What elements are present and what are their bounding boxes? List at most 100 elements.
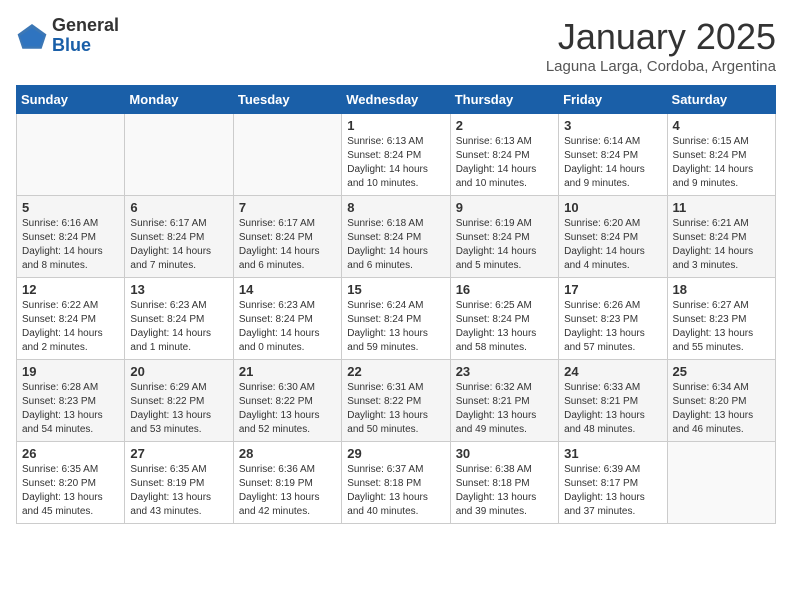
logo-general-text: General (52, 16, 119, 36)
day-number: 14 (239, 282, 336, 297)
week-row-3: 12 Sunrise: 6:22 AM Sunset: 8:24 PM Dayli… (17, 278, 776, 360)
weekday-header-tuesday: Tuesday (233, 86, 341, 114)
day-number: 12 (22, 282, 119, 297)
weekday-header-wednesday: Wednesday (342, 86, 450, 114)
week-row-2: 5Sunrise: 6:16 AM Sunset: 8:24 PM Daylig… (17, 196, 776, 278)
calendar-cell (125, 114, 233, 196)
calendar-cell: 31 Sunrise: 6:39 AM Sunset: 8:17 PM Dayli… (559, 442, 667, 524)
calendar-title: January 2025 (546, 16, 776, 58)
logo-icon (16, 20, 48, 52)
day-number: 2 (456, 118, 553, 133)
calendar-cell (667, 442, 775, 524)
calendar-cell: 19 Sunrise: 6:28 AM Sunset: 8:23 PM Dayli… (17, 360, 125, 442)
calendar-cell: 17 Sunrise: 6:26 AM Sunset: 8:23 PM Dayli… (559, 278, 667, 360)
day-info: Sunrise: 6:27 AM Sunset: 8:23 PM Dayligh… (673, 299, 770, 355)
day-info: Sunrise: 6:25 AM Sunset: 8:24 PM Dayligh… (456, 299, 553, 355)
calendar-cell: 20Sunrise: 6:29 AM Sunset: 8:22 PM Dayli… (125, 360, 233, 442)
day-number: 25 (673, 364, 770, 379)
calendar-cell: 7Sunrise: 6:17 AM Sunset: 8:24 PM Daylig… (233, 196, 341, 278)
day-number: 17 (564, 282, 661, 297)
day-number: 9 (456, 200, 553, 215)
weekday-header-saturday: Saturday (667, 86, 775, 114)
day-number: 16 (456, 282, 553, 297)
calendar-cell: 2 Sunrise: 6:13 AM Sunset: 8:24 PM Daylig… (450, 114, 558, 196)
day-number: 18 (673, 282, 770, 297)
calendar-cell: 28 Sunrise: 6:36 AM Sunset: 8:19 PM Dayli… (233, 442, 341, 524)
day-info: Sunrise: 6:37 AM Sunset: 8:18 PM Dayligh… (347, 463, 444, 519)
calendar-cell: 14 Sunrise: 6:23 AM Sunset: 8:24 PM Dayli… (233, 278, 341, 360)
header: General Blue January 2025 Laguna Larga, … (16, 16, 776, 75)
day-number: 11 (673, 200, 770, 215)
day-number: 21 (239, 364, 336, 379)
day-info: Sunrise: 6:18 AM Sunset: 8:24 PM Dayligh… (347, 217, 444, 273)
day-info: Sunrise: 6:35 AM Sunset: 8:19 PM Dayligh… (130, 463, 227, 519)
day-info: Sunrise: 6:38 AM Sunset: 8:18 PM Dayligh… (456, 463, 553, 519)
day-number: 15 (347, 282, 444, 297)
day-info: Sunrise: 6:35 AM Sunset: 8:20 PM Dayligh… (22, 463, 119, 519)
week-row-5: 26 Sunrise: 6:35 AM Sunset: 8:20 PM Dayli… (17, 442, 776, 524)
day-number: 22 (347, 364, 444, 379)
calendar-cell: 22Sunrise: 6:31 AM Sunset: 8:22 PM Dayli… (342, 360, 450, 442)
calendar-cell: 25 Sunrise: 6:34 AM Sunset: 8:20 PM Dayli… (667, 360, 775, 442)
calendar-cell (233, 114, 341, 196)
calendar-cell: 30 Sunrise: 6:38 AM Sunset: 8:18 PM Dayli… (450, 442, 558, 524)
calendar-cell: 16 Sunrise: 6:25 AM Sunset: 8:24 PM Dayli… (450, 278, 558, 360)
calendar-cell (17, 114, 125, 196)
calendar-cell: 9 Sunrise: 6:19 AM Sunset: 8:24 PM Daylig… (450, 196, 558, 278)
day-info: Sunrise: 6:16 AM Sunset: 8:24 PM Dayligh… (22, 217, 119, 273)
day-info: Sunrise: 6:17 AM Sunset: 8:24 PM Dayligh… (239, 217, 336, 273)
calendar-cell: 26 Sunrise: 6:35 AM Sunset: 8:20 PM Dayli… (17, 442, 125, 524)
day-info: Sunrise: 6:13 AM Sunset: 8:24 PM Dayligh… (347, 135, 444, 191)
day-info: Sunrise: 6:26 AM Sunset: 8:23 PM Dayligh… (564, 299, 661, 355)
calendar-cell: 27 Sunrise: 6:35 AM Sunset: 8:19 PM Dayli… (125, 442, 233, 524)
day-info: Sunrise: 6:28 AM Sunset: 8:23 PM Dayligh… (22, 381, 119, 437)
day-number: 24 (564, 364, 661, 379)
logo-text: General Blue (52, 16, 119, 56)
day-number: 4 (673, 118, 770, 133)
calendar-cell: 5Sunrise: 6:16 AM Sunset: 8:24 PM Daylig… (17, 196, 125, 278)
day-number: 3 (564, 118, 661, 133)
day-number: 1 (347, 118, 444, 133)
day-number: 31 (564, 446, 661, 461)
day-info: Sunrise: 6:19 AM Sunset: 8:24 PM Dayligh… (456, 217, 553, 273)
calendar-cell: 10 Sunrise: 6:20 AM Sunset: 8:24 PM Dayli… (559, 196, 667, 278)
weekday-header-friday: Friday (559, 86, 667, 114)
day-number: 27 (130, 446, 227, 461)
calendar-table: SundayMondayTuesdayWednesdayThursdayFrid… (16, 85, 776, 524)
day-number: 26 (22, 446, 119, 461)
day-info: Sunrise: 6:36 AM Sunset: 8:19 PM Dayligh… (239, 463, 336, 519)
day-number: 28 (239, 446, 336, 461)
calendar-cell: 24Sunrise: 6:33 AM Sunset: 8:21 PM Dayli… (559, 360, 667, 442)
day-number: 30 (456, 446, 553, 461)
day-number: 10 (564, 200, 661, 215)
day-info: Sunrise: 6:22 AM Sunset: 8:24 PM Dayligh… (22, 299, 119, 355)
calendar-cell: 29Sunrise: 6:37 AM Sunset: 8:18 PM Dayli… (342, 442, 450, 524)
calendar-cell: 3 Sunrise: 6:14 AM Sunset: 8:24 PM Daylig… (559, 114, 667, 196)
logo: General Blue (16, 16, 119, 56)
day-info: Sunrise: 6:21 AM Sunset: 8:24 PM Dayligh… (673, 217, 770, 273)
day-info: Sunrise: 6:14 AM Sunset: 8:24 PM Dayligh… (564, 135, 661, 191)
day-number: 6 (130, 200, 227, 215)
weekday-header-sunday: Sunday (17, 86, 125, 114)
calendar-cell: 15 Sunrise: 6:24 AM Sunset: 8:24 PM Dayli… (342, 278, 450, 360)
calendar-cell: 1 Sunrise: 6:13 AM Sunset: 8:24 PM Daylig… (342, 114, 450, 196)
calendar-cell: 23 Sunrise: 6:32 AM Sunset: 8:21 PM Dayli… (450, 360, 558, 442)
weekday-header-thursday: Thursday (450, 86, 558, 114)
calendar-cell: 8Sunrise: 6:18 AM Sunset: 8:24 PM Daylig… (342, 196, 450, 278)
day-number: 23 (456, 364, 553, 379)
day-number: 19 (22, 364, 119, 379)
day-info: Sunrise: 6:24 AM Sunset: 8:24 PM Dayligh… (347, 299, 444, 355)
calendar-cell: 21Sunrise: 6:30 AM Sunset: 8:22 PM Dayli… (233, 360, 341, 442)
title-area: January 2025 Laguna Larga, Cordoba, Arge… (546, 16, 776, 75)
day-info: Sunrise: 6:23 AM Sunset: 8:24 PM Dayligh… (239, 299, 336, 355)
weekday-header-row: SundayMondayTuesdayWednesdayThursdayFrid… (17, 86, 776, 114)
day-info: Sunrise: 6:20 AM Sunset: 8:24 PM Dayligh… (564, 217, 661, 273)
calendar-cell: 18 Sunrise: 6:27 AM Sunset: 8:23 PM Dayli… (667, 278, 775, 360)
day-info: Sunrise: 6:13 AM Sunset: 8:24 PM Dayligh… (456, 135, 553, 191)
weekday-header-monday: Monday (125, 86, 233, 114)
week-row-1: 1 Sunrise: 6:13 AM Sunset: 8:24 PM Daylig… (17, 114, 776, 196)
day-info: Sunrise: 6:34 AM Sunset: 8:20 PM Dayligh… (673, 381, 770, 437)
calendar-cell: 11 Sunrise: 6:21 AM Sunset: 8:24 PM Dayli… (667, 196, 775, 278)
day-info: Sunrise: 6:32 AM Sunset: 8:21 PM Dayligh… (456, 381, 553, 437)
day-info: Sunrise: 6:39 AM Sunset: 8:17 PM Dayligh… (564, 463, 661, 519)
